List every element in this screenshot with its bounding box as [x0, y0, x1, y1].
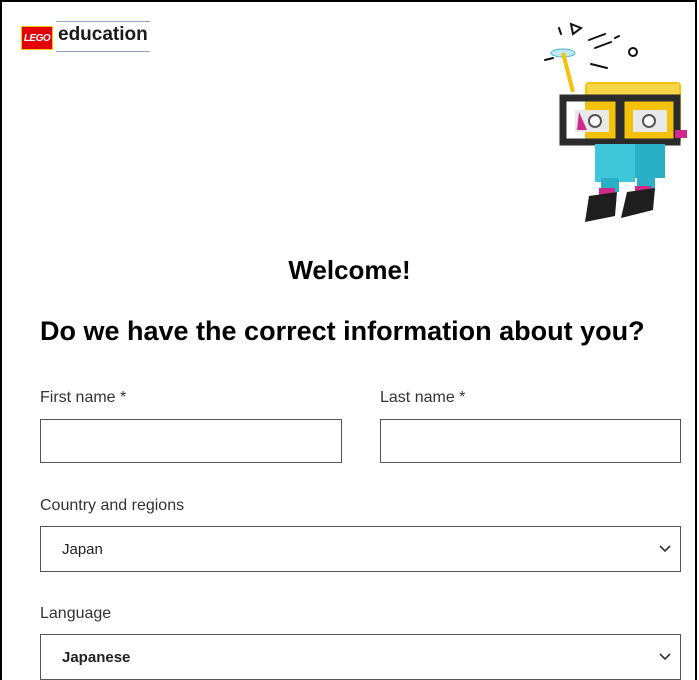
chevron-down-icon [659, 653, 671, 661]
language-value: Japanese [62, 648, 131, 666]
lego-badge: LEGO [21, 26, 53, 50]
first-name-field[interactable] [40, 419, 342, 463]
last-name-field[interactable] [380, 419, 681, 463]
last-name-label: Last name * [380, 389, 466, 406]
language-label: Language [40, 605, 112, 622]
lego-education-logo: LEGO education [21, 21, 150, 52]
lego-badge-text: LEGO [23, 32, 51, 44]
question-heading: Do we have the correct information about… [40, 316, 645, 346]
language-select[interactable]: Japanese [40, 634, 681, 680]
country-value: Japan [62, 540, 103, 558]
brand-name: education [56, 21, 150, 52]
country-select[interactable]: Japan [40, 526, 681, 572]
welcome-heading: Welcome! [288, 255, 411, 285]
first-name-label: First name * [40, 389, 127, 406]
robot-illustration [544, 22, 687, 222]
chevron-down-icon [659, 545, 671, 553]
country-label: Country and regions [40, 497, 185, 514]
